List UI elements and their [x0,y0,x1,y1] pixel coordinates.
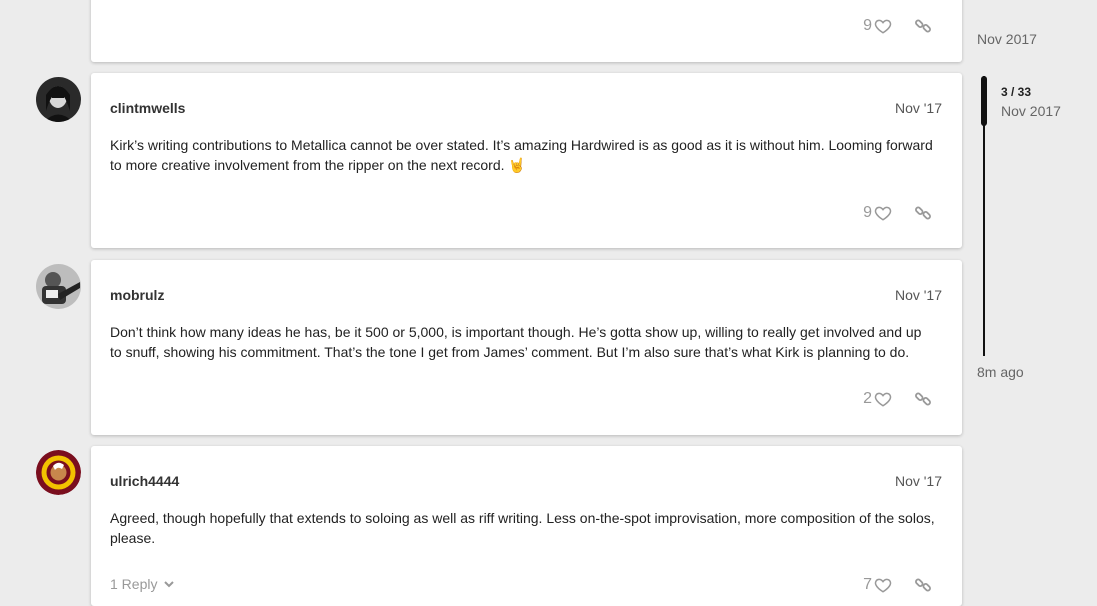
post-date[interactable]: Nov '17 [895,100,942,116]
like-count: 2 [863,390,872,407]
horns-emoji: 🤘 [508,156,526,173]
link-icon[interactable] [914,390,932,408]
heart-icon[interactable] [874,17,892,35]
link-icon[interactable] [914,204,932,222]
post-actions: 2 [863,387,932,411]
like-count: 9 [863,204,872,221]
reply-toggle-label: 1 Reply [110,576,158,592]
post-body: Agreed, though hopefully that extends to… [110,510,935,546]
post-card: 9 [91,0,962,62]
post-card: ulrich4444 Nov '17 Agreed, though hopefu… [91,446,962,606]
chevron-down-icon [164,581,175,588]
timeline-position: 3 / 33 [1001,85,1032,99]
heart-icon[interactable] [874,390,892,408]
timeline-start-date[interactable]: Nov 2017 [977,31,1037,47]
post-username[interactable]: clintmwells [110,100,185,116]
like-count: 7 [863,576,872,593]
like-count: 9 [863,17,872,34]
avatar[interactable] [36,264,81,309]
reply-toggle[interactable]: 1 Reply [110,576,175,592]
post-date[interactable]: Nov '17 [895,287,942,303]
post-username[interactable]: ulrich4444 [110,473,179,489]
timeline-handle[interactable] [981,76,987,126]
timeline-position-date: Nov 2017 [1001,103,1061,119]
post-actions: 9 [863,14,932,38]
avatar[interactable] [36,77,81,122]
avatar[interactable] [36,450,81,495]
post-actions: 7 [863,573,932,597]
post-body: Kirk’s writing contributions to Metallic… [110,136,936,175]
timeline-end-label[interactable]: 8m ago [977,364,1024,380]
post-card: clintmwells Nov '17 Kirk’s writing contr… [91,73,962,248]
post-actions: 9 [863,201,932,225]
heart-icon[interactable] [874,204,892,222]
post-body: Don’t think how many ideas he has, be it… [110,324,922,360]
post-username[interactable]: mobrulz [110,287,164,303]
post-card: mobrulz Nov '17 Don’t think how many ide… [91,260,962,435]
link-icon[interactable] [914,576,932,594]
link-icon[interactable] [914,17,932,35]
heart-icon[interactable] [874,576,892,594]
post-date[interactable]: Nov '17 [895,473,942,489]
